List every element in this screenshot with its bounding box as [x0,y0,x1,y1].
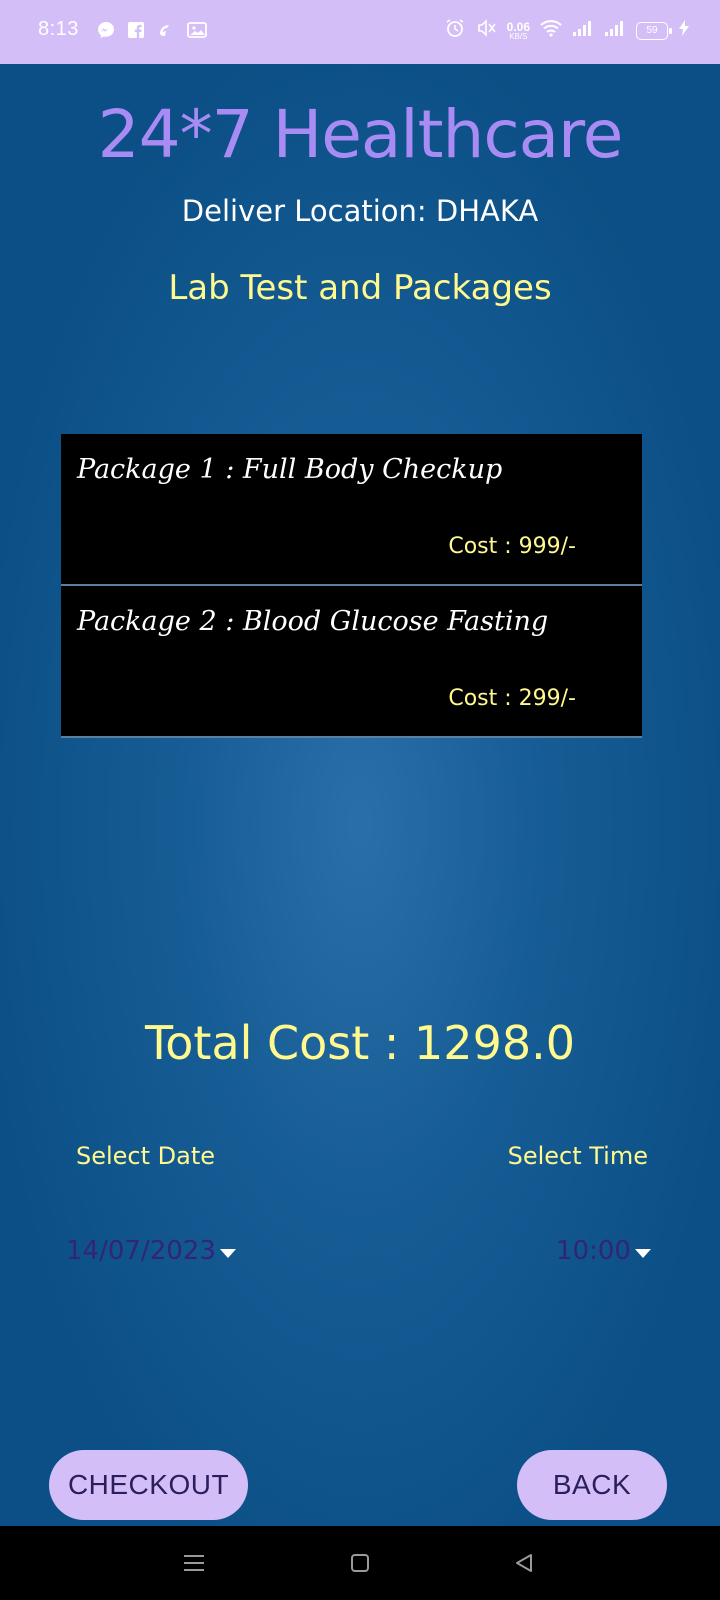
app-title: 24*7 Healthcare [97,96,624,173]
mute-icon [475,18,497,43]
messenger-icon [97,21,115,39]
package-name: Package 1 : Full Body Checkup [77,454,503,485]
status-right: 0.06 KB/S 59 [445,18,690,43]
dropdown-arrow-icon [219,1248,236,1258]
select-time-label: Select Time [507,1142,648,1170]
wifi-icon [540,19,562,42]
time-value: 10:00 [556,1236,631,1266]
status-bar: 8:13 0.06 KB/S 59 [0,0,720,64]
deliver-location: Deliver Location: DHAKA [181,194,539,228]
list-item[interactable]: Package 2 : Blood Glucose Fasting Cost :… [61,586,642,738]
status-time: 8:13 [38,18,79,40]
speed-unit: KB/S [509,31,528,41]
signal-icon [572,19,594,42]
back-nav-icon[interactable] [509,1548,539,1578]
section-title: Lab Test and Packages [168,268,552,308]
back-button[interactable]: BACK [517,1450,667,1520]
package-list: Package 1 : Full Body Checkup Cost : 999… [61,434,642,738]
select-date-label: Select Date [76,1142,216,1170]
date-value: 14/07/2023 [66,1236,216,1266]
time-spinner[interactable]: 10:00 [556,1236,651,1266]
dropdown-arrow-icon [634,1248,651,1258]
battery-icon: 59 [636,21,672,40]
network-speed: 0.06 KB/S [507,21,530,41]
recent-apps-icon[interactable] [179,1548,209,1578]
photo-app-icon [187,21,207,39]
status-left: 8:13 [38,18,207,41]
total-cost: Total Cost : 1298.0 [144,1016,575,1070]
package-name: Package 2 : Blood Glucose Fasting [77,606,549,637]
alarm-icon [445,18,465,43]
checkout-button[interactable]: CHECKOUT [49,1450,248,1520]
charging-icon [678,19,690,42]
navigation-bar [0,1526,720,1600]
date-spinner[interactable]: 14/07/2023 [66,1236,236,1266]
list-item[interactable]: Package 1 : Full Body Checkup Cost : 999… [61,434,642,586]
package-cost: Cost : 299/- [448,686,576,711]
facebook-icon [127,21,145,39]
signal-icon [604,19,626,42]
home-icon[interactable] [345,1548,375,1578]
package-cost: Cost : 999/- [448,534,576,559]
link-app-icon [157,21,175,39]
main-content: 24*7 Healthcare Deliver Location: DHAKA … [0,64,720,1526]
speed-value: 0.06 [506,19,530,34]
